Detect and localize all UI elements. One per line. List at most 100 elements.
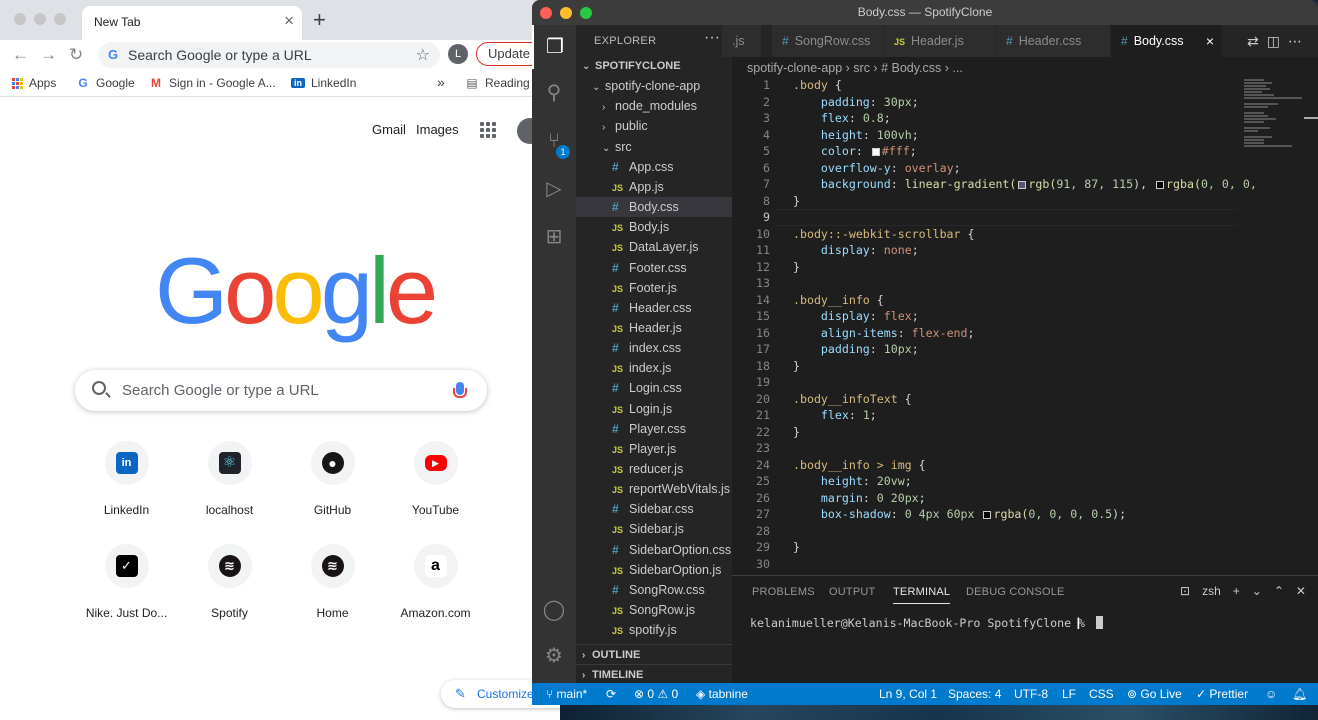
terminal-output[interactable]: kelanimueller@Kelanis-MacBook-Pro Spotif…	[750, 616, 1104, 630]
minimap[interactable]	[1240, 77, 1310, 197]
tree-item[interactable]: # Player.css	[576, 419, 732, 439]
notifications-bell-icon[interactable]: 🔔︎	[1292, 683, 1307, 705]
tree-item[interactable]: ⌄ SPOTIFYCLONE	[576, 56, 732, 76]
bookmarks-overflow-icon[interactable]: »	[437, 74, 445, 90]
tree-item[interactable]: # Sidebar.css	[576, 499, 732, 519]
tree-item[interactable]: JS SongRow.js	[576, 600, 732, 620]
more-actions-icon[interactable]: ⋯	[1288, 33, 1310, 49]
tab-body-css[interactable]: # Body.css ×	[1111, 25, 1223, 57]
encoding[interactable]: UTF-8	[1014, 683, 1048, 705]
problems-count[interactable]: ⊗ 0 ⚠ 0	[634, 683, 678, 705]
gear-icon[interactable]: ⚙	[532, 634, 576, 678]
tree-item[interactable]: # index.css	[576, 338, 732, 358]
bookmark-star-icon[interactable]: ☆	[416, 45, 430, 65]
shortcut-localhost[interactable]: ⚛ localhost	[178, 441, 281, 517]
tab-close-icon[interactable]: ×	[284, 11, 294, 31]
language-mode[interactable]: CSS	[1089, 683, 1114, 705]
indentation[interactable]: Spaces: 4	[948, 683, 1001, 705]
google-search-box[interactable]: Search Google or type a URL	[75, 370, 487, 411]
microphone-icon[interactable]	[453, 382, 467, 398]
reload-icon[interactable]: ↻	[69, 45, 83, 65]
shortcut-github[interactable]: ● GitHub	[281, 441, 384, 517]
tree-item[interactable]: ⌄ spotify-clone-app	[576, 76, 732, 96]
gmail-link[interactable]: Gmail	[372, 122, 406, 137]
tab-partial-js[interactable]: .js	[722, 25, 762, 57]
close-window-button[interactable]	[14, 13, 26, 25]
tab-header-css[interactable]: # Header.css	[996, 25, 1111, 57]
timeline-section[interactable]: › TIMELINE	[576, 664, 732, 684]
tree-item[interactable]: JS reportWebVitals.js	[576, 479, 732, 499]
tree-item[interactable]: JS Player.js	[576, 439, 732, 459]
tab-new-tab[interactable]: New Tab ×	[82, 6, 302, 40]
end-of-line[interactable]: LF	[1062, 683, 1076, 705]
extensions-icon[interactable]: ⊞	[532, 215, 576, 259]
accounts-icon[interactable]: ◯	[532, 588, 576, 632]
tree-item[interactable]: › node_modules	[576, 96, 732, 116]
tree-item[interactable]: JS Sidebar.js	[576, 519, 732, 539]
new-terminal-icon[interactable]: +	[1233, 584, 1240, 598]
run-debug-icon[interactable]: ▷	[532, 167, 576, 211]
source-control-icon[interactable]: ⑂ 1	[532, 119, 576, 163]
tree-item[interactable]: JS Login.js	[576, 399, 732, 419]
tree-item[interactable]: # Header.css	[576, 298, 732, 318]
zoom-window-button[interactable]	[54, 13, 66, 25]
git-branch[interactable]: ⑂ main*	[546, 683, 587, 705]
tab-debug-console[interactable]: DEBUG CONSOLE	[966, 586, 1065, 598]
close-panel-icon[interactable]: ✕	[1296, 584, 1306, 598]
tree-item[interactable]: JS Header.js	[576, 318, 732, 338]
shell-name[interactable]: zsh	[1202, 584, 1221, 598]
shortcut-spotify[interactable]: ≋ Spotify	[178, 544, 281, 620]
shortcut-nike[interactable]: ✓ Nike. Just Do...	[75, 544, 178, 620]
tree-item[interactable]: JS App.js	[576, 177, 732, 197]
more-actions-icon[interactable]: ···	[704, 29, 720, 47]
tree-item[interactable]: # App.css	[576, 157, 732, 177]
bookmark-linkedin[interactable]: in LinkedIn	[291, 76, 356, 90]
tree-item[interactable]: # SidebarOption.css	[576, 540, 732, 560]
tab-songrow-css[interactable]: # SongRow.css	[772, 25, 884, 57]
cursor-position[interactable]: Ln 9, Col 1	[879, 683, 937, 705]
tree-item[interactable]: ⌄ src	[576, 137, 732, 157]
forward-arrow-icon[interactable]: →	[40, 45, 57, 65]
code-editor[interactable]: 1 .body {2 padding: 30px; 3 flex: 0.8; 4 he…	[732, 77, 1318, 575]
tree-item[interactable]: JS Footer.js	[576, 278, 732, 298]
tree-item[interactable]: # SongRow.css	[576, 580, 732, 600]
feedback-icon[interactable]: ☺	[1265, 683, 1277, 705]
split-editor-icon[interactable]: ◫	[1267, 33, 1288, 49]
tree-item[interactable]: JS SidebarOption.js	[576, 560, 732, 580]
explorer-files-icon[interactable]: ❐	[532, 25, 576, 69]
profile-avatar[interactable]: L	[448, 44, 468, 64]
address-bar[interactable]: G Search Google or type a URL ☆	[98, 42, 440, 68]
minimize-window-button[interactable]	[34, 13, 46, 25]
reading-list[interactable]: ▤ Reading	[465, 76, 529, 90]
bookmark-apps[interactable]: Apps	[12, 76, 56, 90]
tree-item[interactable]: JS DataLayer.js	[576, 237, 732, 257]
shortcut-linkedin[interactable]: in LinkedIn	[75, 441, 178, 517]
chevron-down-icon[interactable]: ⌄	[1252, 584, 1262, 598]
tab-output[interactable]: OUTPUT	[829, 586, 875, 598]
tree-item[interactable]: JS reducer.js	[576, 459, 732, 479]
breadcrumb[interactable]: spotify-clone-app › src › # Body.css › .…	[732, 57, 1318, 79]
bookmark-gmail-signin[interactable]: M Sign in - Google A...	[149, 76, 276, 90]
scrollbar-marker[interactable]	[1304, 117, 1318, 119]
tab-close-icon[interactable]: ×	[1206, 25, 1214, 57]
bookmark-google[interactable]: G Google	[76, 76, 134, 90]
shortcut-home[interactable]: ≋ Home	[281, 544, 384, 620]
tab-problems[interactable]: PROBLEMS	[752, 586, 815, 598]
tree-item[interactable]: # Body.css	[576, 197, 732, 218]
tree-item[interactable]: JS index.js	[576, 358, 732, 378]
tree-item[interactable]: JS spotify.js	[576, 620, 732, 640]
tabnine-status[interactable]: ◈ tabnine	[696, 683, 748, 705]
go-live[interactable]: ⊚ Go Live	[1127, 683, 1182, 705]
shortcut-youtube[interactable]: ▶ YouTube	[384, 441, 487, 517]
sync-icon[interactable]: ⟳	[606, 683, 616, 705]
images-link[interactable]: Images	[416, 122, 459, 137]
tab-header-js[interactable]: JS Header.js	[884, 25, 996, 57]
tree-item[interactable]: › public	[576, 116, 732, 136]
tree-item[interactable]: # Login.css	[576, 378, 732, 398]
back-arrow-icon[interactable]: ←	[12, 45, 29, 65]
outline-section[interactable]: › OUTLINE	[576, 644, 732, 664]
tab-terminal[interactable]: TERMINAL	[893, 586, 951, 604]
tree-item[interactable]: # Footer.css	[576, 258, 732, 278]
shortcut-amazon[interactable]: a Amazon.com	[384, 544, 487, 620]
compare-icon[interactable]: ⇄	[1247, 33, 1267, 49]
